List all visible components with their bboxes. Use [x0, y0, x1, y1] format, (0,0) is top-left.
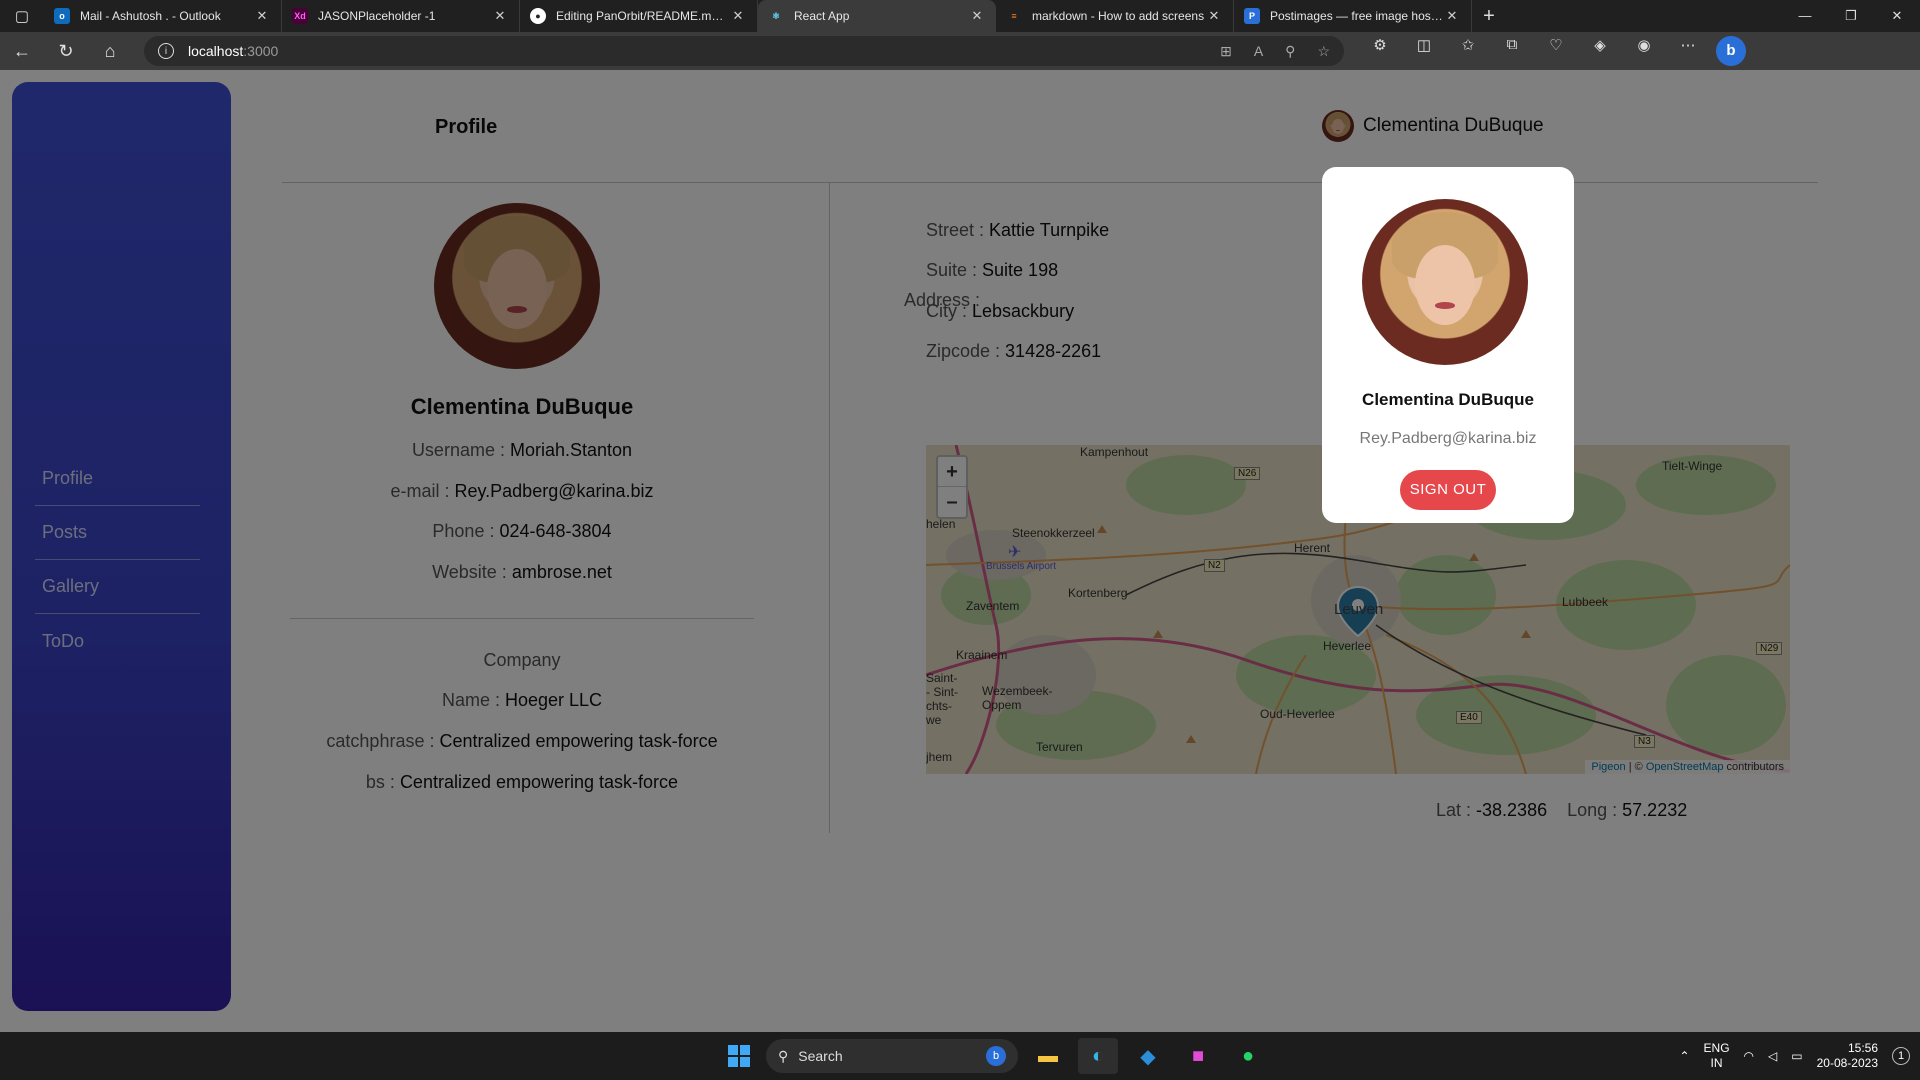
tab-title: JASONPlaceholder -1: [318, 9, 436, 23]
battery-icon[interactable]: ▭: [1791, 1049, 1802, 1063]
site-info-icon[interactable]: i: [158, 43, 174, 59]
browser-tab-active[interactable]: ⚛ React App ✕: [758, 0, 996, 32]
minimize-icon[interactable]: —: [1782, 8, 1828, 24]
browser-tab[interactable]: o Mail - Ashutosh . - Outlook ✕: [44, 0, 282, 32]
tab-title: React App: [794, 9, 850, 23]
url-actions: ⊞ A ⚲ ☆: [1220, 43, 1330, 60]
profile-avatar-icon[interactable]: ◉: [1622, 36, 1666, 66]
favorite-star-icon[interactable]: ☆: [1317, 43, 1330, 60]
read-aloud-icon[interactable]: A: [1254, 43, 1263, 60]
window-controls: — ❐ ✕: [1782, 8, 1920, 24]
refresh-icon[interactable]: ↻: [44, 32, 88, 70]
system-tray: ⌃ ENG IN ◠ ◁ ▭ 15:56 20-08-2023 1: [1679, 1032, 1910, 1080]
taskbar: ⚲ Search b ▬ ◐ ◆ ■ ● ⌃ ENG IN ◠ ◁ ▭ 15:5…: [0, 1032, 1920, 1080]
zoom-icon[interactable]: ⚲: [1285, 43, 1295, 60]
taskbar-apps: ⚲ Search b ▬ ◐ ◆ ■ ●: [722, 1038, 1268, 1074]
close-tab-icon[interactable]: ✕: [253, 8, 271, 24]
lang-top: ENG: [1703, 1041, 1730, 1055]
home-icon[interactable]: ⌂: [88, 32, 132, 70]
close-tab-icon[interactable]: ✕: [968, 8, 986, 24]
xd-icon: Xd: [292, 8, 308, 24]
app-available-icon[interactable]: ⊞: [1220, 43, 1232, 60]
clock-time: 15:56: [1847, 1041, 1878, 1055]
favorites-icon[interactable]: ✩: [1446, 36, 1490, 66]
search-icon: ⚲: [778, 1047, 789, 1064]
browser-tab-bar: ▢ o Mail - Ashutosh . - Outlook ✕ Xd JAS…: [0, 0, 1920, 32]
tab-actions-icon[interactable]: ▢: [0, 0, 44, 32]
sign-out-button[interactable]: SIGN OUT: [1400, 470, 1496, 510]
address-bar: ← ↻ ⌂ i localhost:3000 ⊞ A ⚲ ☆ ⚙ ◫ ✩ ⧉ ♡…: [0, 32, 1920, 70]
extensions-icon[interactable]: ⚙: [1358, 36, 1402, 66]
url-field[interactable]: i localhost:3000 ⊞ A ⚲ ☆: [144, 36, 1344, 66]
modal-backdrop[interactable]: [0, 70, 1920, 1032]
clock-date: 20-08-2023: [1816, 1056, 1878, 1070]
volume-icon[interactable]: ◁: [1768, 1049, 1777, 1063]
vscode-icon[interactable]: ◆: [1128, 1038, 1168, 1074]
tab-title: markdown - How to add screens: [1032, 9, 1205, 23]
new-tab-icon[interactable]: +: [1472, 5, 1506, 28]
tab-title: Editing PanOrbit/README.md at: [556, 9, 729, 23]
collections-icon[interactable]: ⧉: [1490, 36, 1534, 66]
github-icon: ●: [530, 8, 546, 24]
tab-title: Mail - Ashutosh . - Outlook: [80, 9, 221, 23]
language-indicator[interactable]: ENG IN: [1704, 1041, 1730, 1071]
tab-title: Postimages — free image hostin: [1270, 9, 1443, 23]
popup-user-email: Rey.Padberg@karina.biz: [1359, 430, 1537, 447]
back-icon[interactable]: ←: [0, 32, 44, 70]
url-host: localhost: [188, 43, 244, 59]
browser-tab[interactable]: Xd JASONPlaceholder -1 ✕: [282, 0, 520, 32]
health-icon[interactable]: ♡: [1534, 36, 1578, 66]
postimages-icon: P: [1244, 8, 1260, 24]
split-screen-icon[interactable]: ◫: [1402, 36, 1446, 66]
edge-icon[interactable]: ◐: [1078, 1038, 1118, 1074]
bing-icon: b: [986, 1046, 1006, 1066]
more-icon[interactable]: ⋯: [1666, 36, 1710, 66]
browser-tab[interactable]: P Postimages — free image hostin ✕: [1234, 0, 1472, 32]
clock[interactable]: 15:56 20-08-2023: [1817, 1041, 1878, 1071]
restore-icon[interactable]: ❐: [1828, 8, 1874, 24]
whatsapp-icon[interactable]: ●: [1228, 1038, 1268, 1074]
close-tab-icon[interactable]: ✕: [1205, 8, 1223, 24]
close-window-icon[interactable]: ✕: [1874, 8, 1920, 24]
notification-badge[interactable]: 1: [1892, 1047, 1910, 1065]
react-icon: ⚛: [771, 10, 781, 21]
copilot-icon[interactable]: ◈: [1578, 36, 1622, 66]
close-tab-icon[interactable]: ✕: [729, 8, 747, 24]
file-explorer-icon[interactable]: ▬: [1028, 1038, 1068, 1074]
browser-tab[interactable]: ● Editing PanOrbit/README.md at ✕: [520, 0, 758, 32]
browser-tab[interactable]: ≡ markdown - How to add screens ✕: [996, 0, 1234, 32]
chevron-up-icon[interactable]: ⌃: [1679, 1049, 1689, 1063]
wifi-icon[interactable]: ◠: [1744, 1049, 1754, 1063]
close-tab-icon[interactable]: ✕: [491, 8, 509, 24]
outlook-icon: o: [54, 8, 70, 24]
bing-icon[interactable]: b: [1716, 36, 1746, 66]
windows-start-icon[interactable]: [722, 1039, 756, 1073]
url-port: :3000: [243, 43, 279, 59]
taskbar-search[interactable]: ⚲ Search b: [766, 1039, 1018, 1073]
close-tab-icon[interactable]: ✕: [1443, 8, 1461, 24]
popup-user-name: Clementina DuBuque: [1362, 390, 1534, 409]
search-placeholder: Search: [798, 1048, 843, 1064]
stackoverflow-icon: ≡: [1011, 11, 1017, 21]
jetbrains-icon[interactable]: ■: [1178, 1038, 1218, 1074]
browser-toolbar: ⚙ ◫ ✩ ⧉ ♡ ◈ ◉ ⋯ b: [1358, 36, 1746, 66]
lang-bottom: IN: [1710, 1056, 1723, 1070]
user-popup: Clementina DuBuque Rey.Padberg@karina.bi…: [1322, 167, 1574, 523]
popup-avatar: [1362, 199, 1528, 365]
page-viewport: Profile Posts Gallery ToDo Profile Cleme…: [0, 70, 1920, 1032]
